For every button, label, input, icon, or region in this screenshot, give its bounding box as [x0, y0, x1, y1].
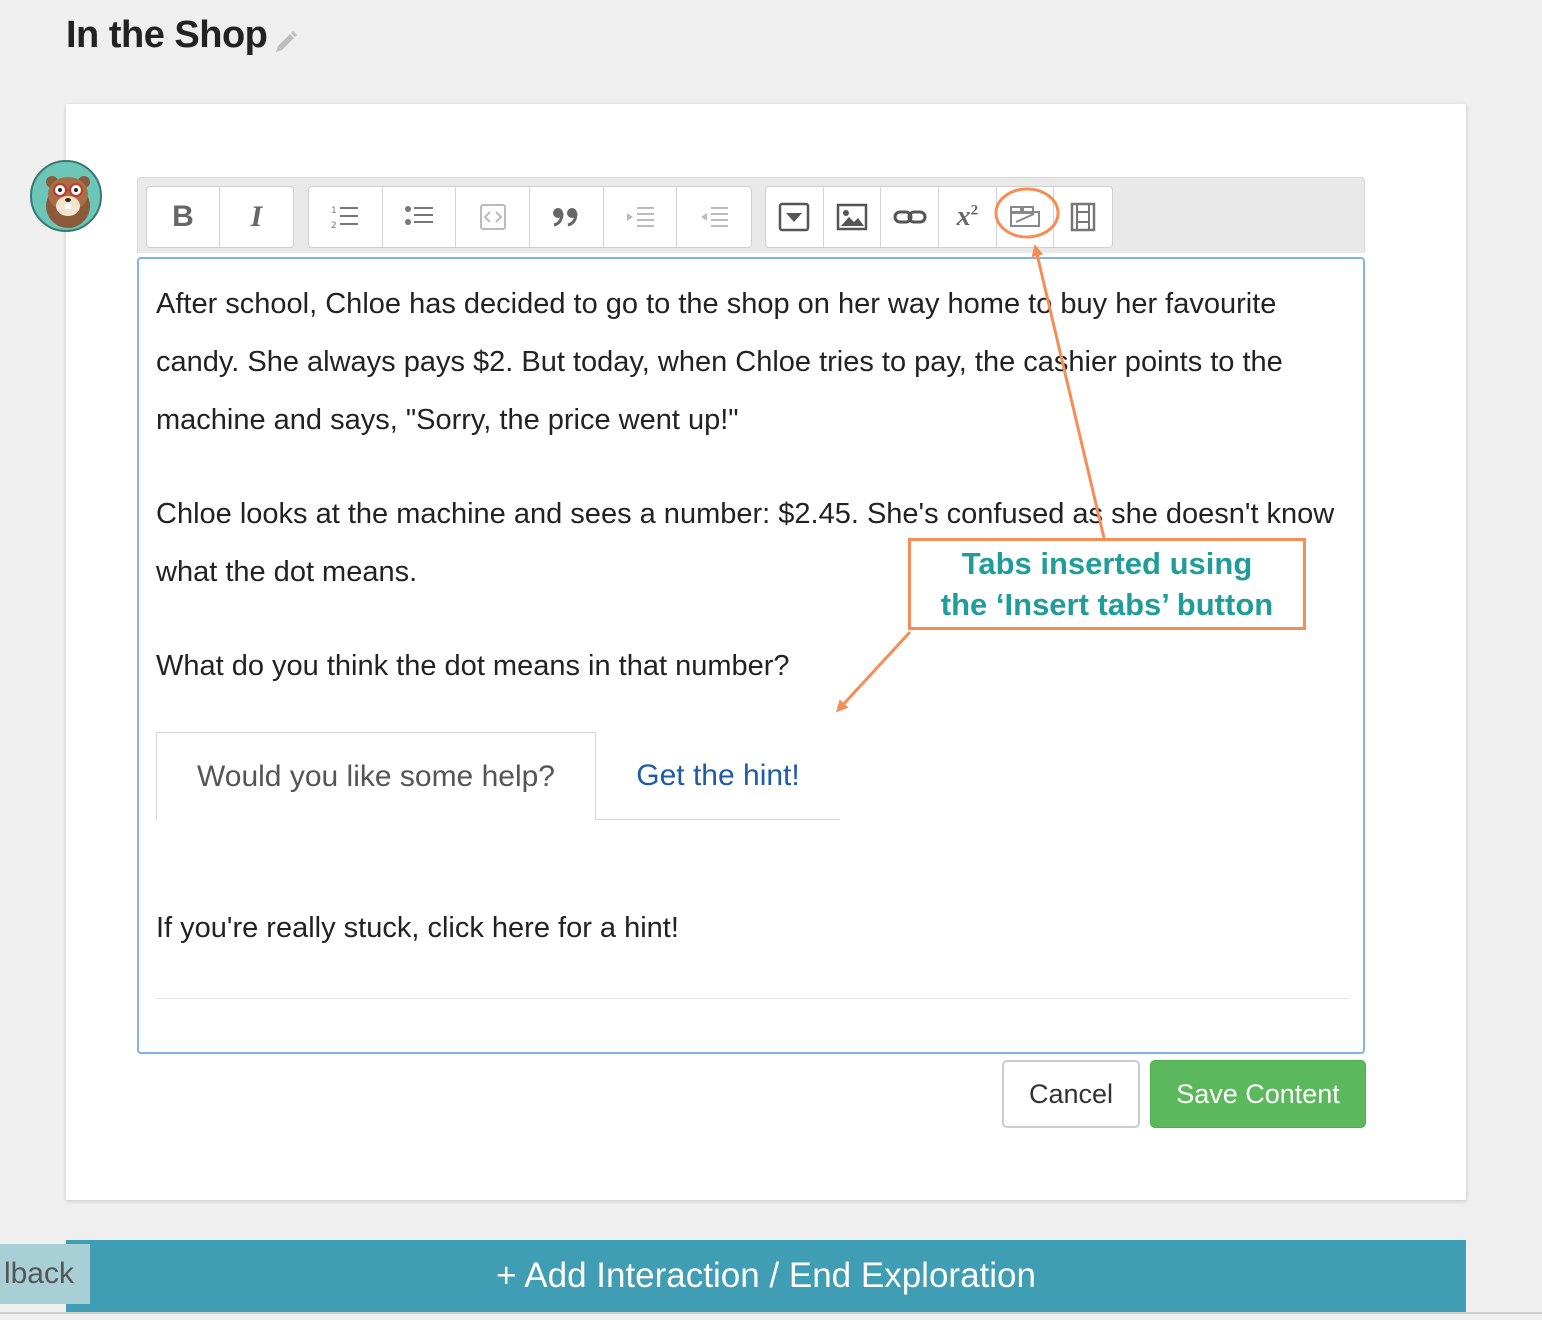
italic-icon: I — [250, 200, 263, 233]
bottom-divider — [0, 1312, 1542, 1314]
edit-pencil-icon[interactable] — [272, 28, 300, 56]
numbered-list-button[interactable]: 1 2 — [309, 187, 383, 247]
avatar — [30, 160, 102, 232]
tab-get-the-hint[interactable]: Get the hint! — [596, 732, 840, 820]
indent-icon — [627, 207, 655, 227]
bulleted-list-button[interactable] — [383, 187, 457, 247]
collapsible-button[interactable] — [766, 187, 824, 247]
italic-button[interactable]: I — [220, 187, 293, 247]
numbered-list-icon: 1 2 — [331, 206, 359, 230]
bulleted-list-icon — [405, 206, 433, 225]
exploration-title: In the Shop — [66, 14, 268, 56]
editor-paragraph-3: What do you think the dot means in that … — [156, 650, 790, 682]
code-block-button[interactable] — [456, 187, 531, 247]
annotation-line-1: Tabs inserted using — [961, 546, 1253, 581]
svg-text:1: 1 — [331, 206, 337, 216]
cancel-button[interactable]: Cancel — [1002, 1060, 1140, 1128]
annotation-callout: Tabs inserted using the ‘Insert tabs’ bu… — [908, 538, 1306, 630]
math-formula-icon: x2 — [956, 201, 979, 232]
collapsible-icon — [779, 202, 810, 232]
image-icon — [836, 203, 868, 231]
math-formula-button[interactable]: x2 — [939, 187, 997, 247]
tab-content-divider — [156, 998, 1350, 999]
blockquote-icon — [553, 208, 578, 227]
insert-tabs-button[interactable] — [997, 187, 1055, 247]
annotation-line-2: the ‘Insert tabs’ button — [940, 587, 1274, 622]
tabs-icon — [1010, 206, 1041, 227]
tab-would-you-like-help[interactable]: Would you like some help? — [156, 732, 596, 820]
video-button[interactable] — [1054, 187, 1112, 247]
editor-paragraph-1: After school, Chloe has decided to go to… — [156, 288, 1283, 436]
tab-content-text: If you're really stuck, click here for a… — [156, 912, 679, 944]
link-icon — [893, 210, 927, 224]
outdent-icon — [701, 207, 729, 227]
toolbar-group-blocks: 1 2 — [308, 186, 752, 248]
bold-icon: B — [172, 200, 194, 233]
indent-button[interactable] — [604, 187, 678, 247]
content-editor[interactable]: After school, Chloe has decided to go to… — [137, 257, 1365, 1054]
rich-text-toolbar: B I 1 2 x2 — [137, 177, 1365, 253]
video-icon — [1070, 202, 1096, 232]
link-button[interactable] — [881, 187, 940, 247]
save-content-button[interactable]: Save Content — [1150, 1060, 1366, 1128]
inserted-tabs: Would you like some help? Get the hint! — [156, 732, 840, 820]
feedback-tab[interactable]: lback — [0, 1244, 90, 1304]
bold-button[interactable]: B — [147, 187, 220, 247]
toolbar-group-components: x2 — [765, 186, 1113, 248]
blockquote-button[interactable] — [530, 187, 604, 247]
image-button[interactable] — [824, 187, 882, 247]
outdent-button[interactable] — [677, 187, 751, 247]
add-interaction-button[interactable]: + Add Interaction / End Exploration — [66, 1240, 1466, 1312]
svg-text:2: 2 — [331, 221, 337, 230]
code-block-icon — [479, 204, 506, 230]
toolbar-group-format: B I — [146, 186, 294, 248]
